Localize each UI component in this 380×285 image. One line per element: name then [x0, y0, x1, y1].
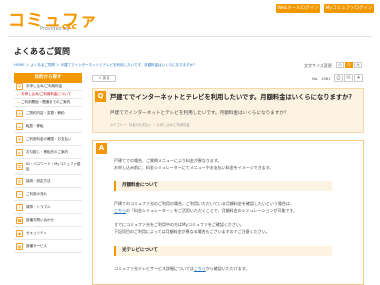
question-badge: Q: [95, 91, 106, 102]
bullet-icon: •: [17, 100, 20, 105]
breadcrumb[interactable]: HOME ＞ よくあるご質問 ＞ 戸建てでインターネットとテレビを利用したいです…: [14, 63, 197, 68]
section1-paragraph-2: こちらの「料金シミュレーター」をご活用いただくことで、月額料金のシミュレーション…: [114, 207, 297, 214]
back-button[interactable]: ＜ 戻る: [92, 75, 116, 82]
simulator-link[interactable]: こちら: [114, 208, 126, 213]
sidebar-item-connection-setup[interactable]: ⚙ 接続・設定方法: [14, 175, 82, 188]
sidebar-item-label: お申し込み/ご利用料金について: [21, 92, 72, 96]
section2-paragraph-tail: から確認いただけます。: [205, 266, 250, 271]
sidebar-item-label: 接続・設定方法: [26, 178, 51, 183]
document-icon: ≡: [16, 109, 23, 117]
sidebar-item-services[interactable]: ▦ 各種サービス: [14, 240, 82, 253]
answer-badge: A: [96, 143, 107, 154]
wrench-icon: ⚙: [16, 177, 23, 185]
mail-icon[interactable]: ✉: [344, 74, 353, 82]
section1-paragraph-1: 戸建てのコミュファ光のご利用の場合、ご利用いただいている月額料金を確認したいとい…: [114, 201, 294, 206]
sidebar-item-label: 各種サービス: [26, 243, 47, 248]
question-category[interactable]: カテゴリー：料金のお支払い ＞ お申し込み/ご利用料金: [110, 122, 190, 127]
font-size-medium-button[interactable]: 中: [345, 62, 353, 68]
sidebar-item-trouble[interactable]: ! 故障・トラブル: [14, 201, 82, 214]
grid-icon: ▦: [16, 242, 23, 250]
shield-icon: ◆: [16, 229, 23, 237]
alert-icon: !: [16, 203, 23, 211]
section2-paragraph-text: コミュファ光テレビサービス詳細については: [114, 266, 194, 271]
sidebar-item-label: セキュリティ: [26, 230, 47, 235]
font-size-label: 文字サイズ変更: [304, 63, 332, 68]
sidebar-item-label: 転居・移転: [26, 123, 44, 128]
sidebar-item-usage-flow[interactable]: → ご利用の流れ: [14, 188, 82, 201]
section-heading-monthly-fee: 月額料金について: [114, 181, 332, 191]
question-title: 戸建てでインターネットとテレビを利用したいです。月額料金はいくらになりますか？: [110, 94, 355, 101]
key-icon: ⚿: [16, 163, 23, 170]
sidebar-item-billing[interactable]: ¥ ご利用料金の確認・お支払い: [14, 133, 82, 146]
sidebar-item-label: 各種お問い合わせ: [26, 217, 54, 222]
sidebar-item-label: ID・パスワード・Myコミュファ認証: [26, 161, 81, 171]
tv-service-link[interactable]: こちら: [194, 266, 206, 271]
mycommufa-login-button[interactable]: Myコミュファログイン: [324, 4, 374, 13]
question-subtext: 戸建てでインターネットとテレビを利用したいです。月額料金はいくらになりますか？: [110, 111, 289, 116]
sidebar-item-application-fee[interactable]: ¥ お申し込み/ご利用料金: [14, 83, 82, 91]
answer-intro-2: お申し込み前に、料金シミュレーターにてメニューやお支払い料金をイメージできます。: [114, 165, 274, 170]
bookmark-icon[interactable]: ★: [354, 74, 363, 82]
webmail-login-button[interactable]: Webメールログイン: [276, 4, 320, 13]
section1-paragraph-3: すでにコミュファ光をご利用中の方はMyコミュファをご確認ください。: [114, 222, 244, 227]
sidebar-item-id-password[interactable]: ⚿ ID・パスワード・Myコミュファ認証: [14, 159, 82, 175]
font-size-small-button[interactable]: 小: [336, 62, 344, 68]
truck-icon: ▸: [16, 148, 23, 156]
yen-icon: ¥: [16, 83, 23, 90]
section1-paragraph-4: 下記项目のご利用によっては月額料金が異なる場合もございますのでご注意ください。: [114, 229, 270, 234]
sidebar-item-security[interactable]: ◆ セキュリティ: [14, 227, 82, 240]
logo-brand: ctc: [62, 22, 77, 32]
sidebar-item-label: ご利用料金の確認・お支払い: [26, 136, 72, 141]
section-heading-tv: 光テレビについて: [114, 246, 332, 256]
house-icon: ⌂: [16, 122, 23, 130]
question-number: No：1961: [312, 76, 331, 81]
sidebar-item-contract[interactable]: ≡ ご契約内容・変更・解約: [14, 107, 82, 120]
phone-icon: ☎: [16, 216, 23, 224]
font-size-large-button[interactable]: 大: [354, 62, 362, 68]
wallet-icon: ¥: [16, 135, 23, 143]
page-title: よくあるご質問: [14, 47, 70, 56]
bullet-icon: •: [17, 92, 20, 97]
sidebar-heading: 目的から探す: [14, 73, 82, 83]
sidebar-item-moving[interactable]: ▸ お引越し・移転先のご案内: [14, 146, 82, 159]
sidebar-item-inquiries[interactable]: ☎ 各種お問い合わせ: [14, 214, 82, 227]
sidebar-subitem-opening-guide[interactable]: • ご利用開始・開通までのご案内: [14, 99, 82, 107]
sidebar-item-relocation[interactable]: ⌂ 転居・移転: [14, 120, 82, 133]
sidebar-item-label: お申し込み/ご利用料金: [26, 84, 63, 88]
print-icon[interactable]: ⎙: [334, 74, 343, 82]
sidebar-item-label: 故障・トラブル: [26, 204, 51, 209]
sidebar-item-label: ご契約内容・変更・解約: [26, 110, 65, 115]
flow-icon: →: [16, 190, 23, 198]
sidebar-subitem-application-fee[interactable]: • お申し込み/ご利用料金について: [14, 91, 82, 99]
sidebar-item-label: ご利用の流れ: [26, 191, 47, 196]
header-divider: [8, 36, 372, 37]
sidebar-item-label: ご利用開始・開通までのご案内: [21, 100, 71, 104]
sidebar-item-label: お引越し・移転先のご案内: [26, 149, 68, 154]
section2-paragraph-1: コミュファ光テレビサービス詳細についてはこちらから確認いただけます。: [114, 265, 249, 272]
answer-intro-1: 戸建てでの場合、ご質問メニューにより料金が異なります。: [114, 158, 222, 163]
section1-paragraph-2-text: の「料金シミュレーター」をご活用いただくことで、月額料金のシミュレーションが可能…: [126, 208, 298, 213]
